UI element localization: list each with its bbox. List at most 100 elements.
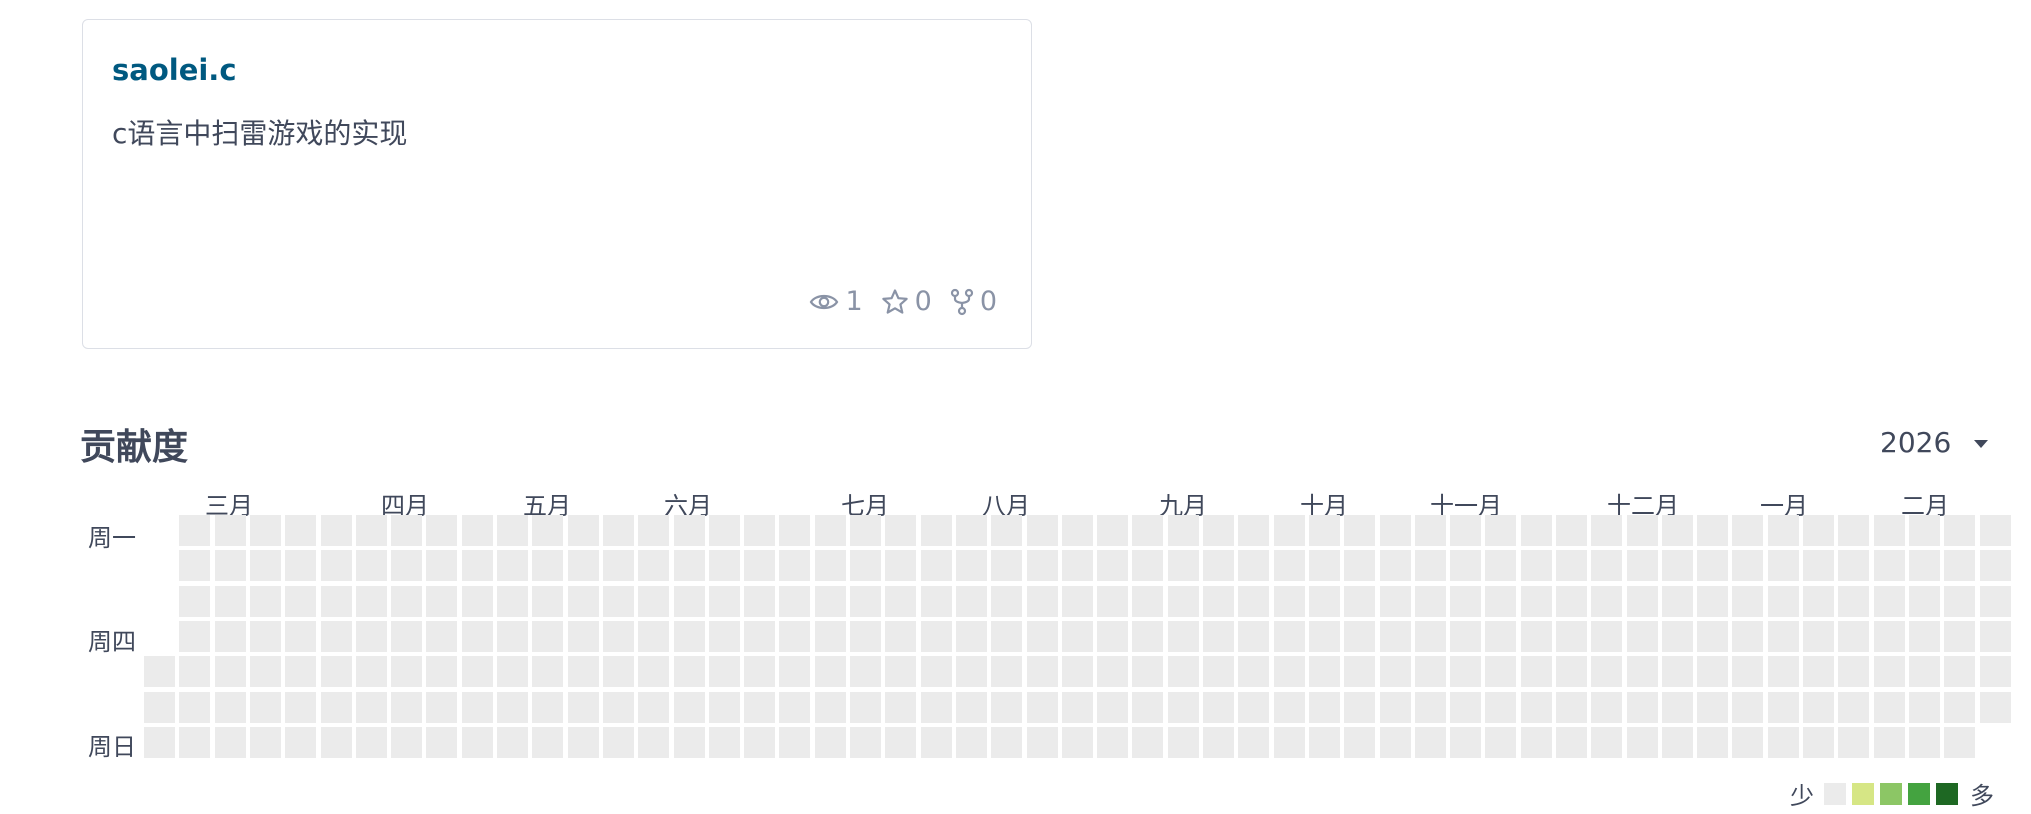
heatmap-cell[interactable] [1627, 586, 1658, 617]
heatmap-cell[interactable] [1097, 621, 1128, 652]
heatmap-cell[interactable] [321, 621, 352, 652]
heatmap-cell[interactable] [1591, 515, 1622, 546]
heatmap-cell[interactable] [1203, 550, 1234, 581]
heatmap-cell[interactable] [921, 727, 952, 758]
heatmap-cell[interactable] [779, 692, 810, 723]
heatmap-cell[interactable] [391, 656, 422, 687]
heatmap-cell[interactable] [1980, 692, 2011, 723]
heatmap-cell[interactable] [144, 727, 175, 758]
heatmap-cell[interactable] [1556, 550, 1587, 581]
heatmap-cell[interactable] [1838, 550, 1869, 581]
heatmap-cell[interactable] [815, 586, 846, 617]
heatmap-cell[interactable] [462, 692, 493, 723]
heatmap-cell[interactable] [1732, 656, 1763, 687]
heatmap-cell[interactable] [779, 550, 810, 581]
heatmap-cell[interactable] [921, 550, 952, 581]
heatmap-cell[interactable] [709, 515, 740, 546]
heatmap-cell[interactable] [532, 515, 563, 546]
heatmap-cell[interactable] [1980, 515, 2011, 546]
heatmap-cell[interactable] [1909, 515, 1940, 546]
heatmap-cell[interactable] [991, 656, 1022, 687]
heatmap-cell[interactable] [850, 656, 881, 687]
heatmap-cell[interactable] [1838, 727, 1869, 758]
heatmap-cell[interactable] [1909, 586, 1940, 617]
heatmap-cell[interactable] [1944, 727, 1975, 758]
heatmap-cell[interactable] [1415, 550, 1446, 581]
heatmap-cell[interactable] [1521, 586, 1552, 617]
heatmap-cell[interactable] [568, 586, 599, 617]
heatmap-cell[interactable] [1062, 515, 1093, 546]
heatmap-cell[interactable] [1027, 550, 1058, 581]
heatmap-cell[interactable] [568, 621, 599, 652]
heatmap-cell[interactable] [1697, 727, 1728, 758]
heatmap-cell[interactable] [1380, 727, 1411, 758]
heatmap-cell[interactable] [1521, 656, 1552, 687]
heatmap-cell[interactable] [1768, 515, 1799, 546]
heatmap-cell[interactable] [1521, 692, 1552, 723]
heatmap-cell[interactable] [744, 656, 775, 687]
heatmap-cell[interactable] [1874, 692, 1905, 723]
heatmap-cell[interactable] [1027, 586, 1058, 617]
heatmap-cell[interactable] [674, 727, 705, 758]
heatmap-cell[interactable] [1627, 692, 1658, 723]
heatmap-cell[interactable] [1556, 515, 1587, 546]
heatmap-cell[interactable] [1238, 515, 1269, 546]
heatmap-cell[interactable] [1980, 621, 2011, 652]
heatmap-cell[interactable] [1203, 515, 1234, 546]
heatmap-cell[interactable] [744, 515, 775, 546]
heatmap-cell[interactable] [1485, 515, 1516, 546]
heatmap-cell[interactable] [779, 586, 810, 617]
heatmap-cell[interactable] [1556, 656, 1587, 687]
heatmap-cell[interactable] [921, 656, 952, 687]
heatmap-cell[interactable] [426, 727, 457, 758]
heatmap-cell[interactable] [1732, 621, 1763, 652]
heatmap-cell[interactable] [709, 727, 740, 758]
heatmap-cell[interactable] [215, 586, 246, 617]
heatmap-cell[interactable] [1521, 515, 1552, 546]
heatmap-cell[interactable] [426, 515, 457, 546]
heatmap-cell[interactable] [497, 692, 528, 723]
heatmap-cell[interactable] [1344, 515, 1375, 546]
heatmap-cell[interactable] [921, 515, 952, 546]
heatmap-cell[interactable] [674, 515, 705, 546]
heatmap-cell[interactable] [921, 586, 952, 617]
heatmap-cell[interactable] [1627, 515, 1658, 546]
heatmap-cell[interactable] [1344, 692, 1375, 723]
heatmap-cell[interactable] [1132, 692, 1163, 723]
heatmap-cell[interactable] [1168, 550, 1199, 581]
heatmap-cell[interactable] [1097, 727, 1128, 758]
heatmap-cell[interactable] [638, 656, 669, 687]
heatmap-cell[interactable] [1309, 692, 1340, 723]
heatmap-cell[interactable] [1380, 586, 1411, 617]
heatmap-cell[interactable] [462, 621, 493, 652]
heatmap-cell[interactable] [603, 586, 634, 617]
heatmap-cell[interactable] [1168, 586, 1199, 617]
heatmap-cell[interactable] [285, 692, 316, 723]
heatmap-cell[interactable] [1274, 515, 1305, 546]
heatmap-cell[interactable] [779, 727, 810, 758]
heatmap-cell[interactable] [1344, 727, 1375, 758]
heatmap-cell[interactable] [956, 621, 987, 652]
heatmap-cell[interactable] [709, 692, 740, 723]
heatmap-cell[interactable] [1803, 515, 1834, 546]
heatmap-cell[interactable] [779, 656, 810, 687]
heatmap-cell[interactable] [1556, 621, 1587, 652]
heatmap-cell[interactable] [321, 692, 352, 723]
heatmap-cell[interactable] [991, 550, 1022, 581]
heatmap-cell[interactable] [1274, 621, 1305, 652]
heatmap-cell[interactable] [956, 586, 987, 617]
heatmap-cell[interactable] [709, 550, 740, 581]
heatmap-cell[interactable] [991, 621, 1022, 652]
heatmap-cell[interactable] [1168, 656, 1199, 687]
heatmap-cell[interactable] [250, 656, 281, 687]
heatmap-cell[interactable] [1027, 515, 1058, 546]
heatmap-cell[interactable] [1027, 692, 1058, 723]
heatmap-cell[interactable] [1344, 621, 1375, 652]
heatmap-cell[interactable] [815, 692, 846, 723]
heatmap-cell[interactable] [1203, 621, 1234, 652]
heatmap-cell[interactable] [1803, 692, 1834, 723]
heatmap-cell[interactable] [1450, 692, 1481, 723]
heatmap-cell[interactable] [1450, 727, 1481, 758]
heatmap-cell[interactable] [1380, 656, 1411, 687]
heatmap-cell[interactable] [462, 550, 493, 581]
